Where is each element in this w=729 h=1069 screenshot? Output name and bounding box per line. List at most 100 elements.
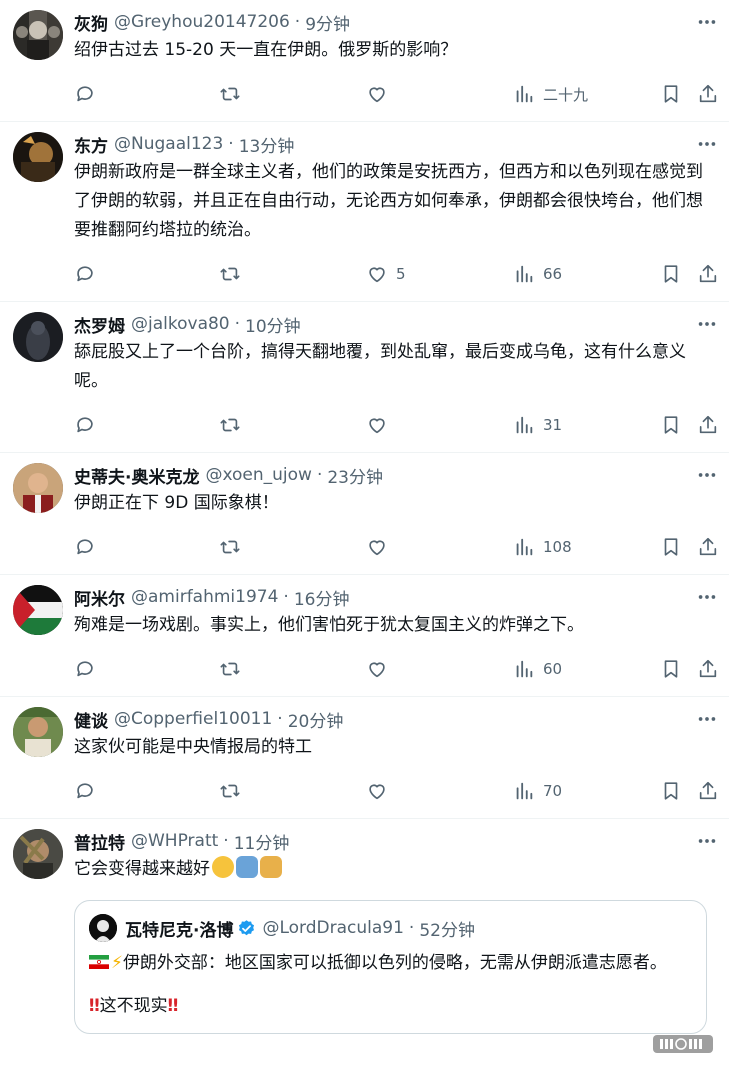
avatar[interactable] <box>13 707 63 757</box>
tweet[interactable]: 史蒂夫·奥米克龙 @xoen_ujow · 23分钟 伊朗正在下 9D 国际象棋… <box>0 453 729 575</box>
display-name[interactable]: 健谈 <box>74 707 108 732</box>
bookmark-button[interactable] <box>660 414 682 436</box>
timestamp[interactable]: 11分钟 <box>234 829 290 854</box>
retweet-button[interactable] <box>219 83 241 105</box>
retweet-button[interactable] <box>219 536 241 558</box>
reply-button[interactable] <box>74 263 96 285</box>
tweet[interactable]: 阿米尔 @amirfahmi1974 · 16分钟 殉难是一场戏剧。事实上，他们… <box>0 575 729 697</box>
more-icon[interactable] <box>695 314 719 334</box>
timestamp[interactable]: 16分钟 <box>294 585 350 610</box>
tweet[interactable]: 东方 @Nugaal123 · 13分钟 伊朗新政府是一群全球主义者，他们的政策… <box>0 122 729 302</box>
like-button[interactable] <box>366 658 396 680</box>
reply-button[interactable] <box>74 780 96 802</box>
reply-icon <box>77 266 93 282</box>
like-button[interactable] <box>366 83 396 105</box>
tweet[interactable]: 普拉特 @WHPratt · 11分钟 它会变得越来越好 瓦特尼克·洛博 @Lo… <box>0 819 729 1034</box>
display-name[interactable]: 杰罗姆 <box>74 312 125 337</box>
tweet[interactable]: 杰罗姆 @jalkova80 · 10分钟 舔屁股又上了一个台阶，搞得天翻地覆，… <box>0 302 729 453</box>
user-handle[interactable]: @Nugaal123 <box>114 134 223 154</box>
display-name[interactable]: 瓦特尼克·洛博 <box>125 916 233 941</box>
views-button[interactable]: 31 <box>513 414 562 436</box>
views-icon <box>516 782 533 800</box>
separator-dot: · <box>234 314 241 334</box>
display-name[interactable]: 普拉特 <box>74 829 125 854</box>
more-icon[interactable] <box>695 12 719 32</box>
heart-icon <box>369 87 385 103</box>
more-icon[interactable] <box>695 134 719 154</box>
share-button[interactable] <box>697 658 719 680</box>
display-name[interactable]: 灰狗 <box>74 10 108 35</box>
retweet-icon <box>220 784 240 798</box>
share-button[interactable] <box>697 780 719 802</box>
iran-flag-icon <box>89 955 109 969</box>
like-button[interactable] <box>366 780 396 802</box>
timestamp[interactable]: 9分钟 <box>305 10 350 35</box>
user-handle[interactable]: @LordDracula91 <box>262 918 403 938</box>
share-icon <box>699 84 717 103</box>
user-handle[interactable]: @WHPratt <box>131 831 218 851</box>
quoted-tweet[interactable]: 瓦特尼克·洛博 @LordDracula91 · 52分钟 ⚡伊朗外交部：地区国… <box>74 900 707 1034</box>
views-button[interactable]: 108 <box>513 536 572 558</box>
retweet-button[interactable] <box>219 263 241 285</box>
bookmark-button[interactable] <box>660 780 682 802</box>
display-name[interactable]: 史蒂夫·奥米克龙 <box>74 463 199 488</box>
avatar[interactable] <box>89 914 117 942</box>
like-button[interactable] <box>366 536 396 558</box>
bookmark-button[interactable] <box>660 536 682 558</box>
bookmark-button[interactable] <box>660 83 682 105</box>
bookmark-button[interactable] <box>660 263 682 285</box>
tweet[interactable]: 健谈 @Copperfiel10011 · 20分钟 这家伙可能是中央情报局的特… <box>0 697 729 819</box>
quoted-line-1: 伊朗外交部：地区国家可以抵御以色列的侵略，无需从伊朗派遣志愿者。 <box>122 953 667 973</box>
tweet-text: 它会变得越来越好 <box>74 855 715 884</box>
views-button[interactable]: 60 <box>513 658 562 680</box>
view-count: 66 <box>543 265 563 283</box>
reply-button[interactable] <box>74 83 96 105</box>
display-name[interactable]: 东方 <box>74 132 108 157</box>
views-button[interactable]: 66 <box>513 263 562 285</box>
timestamp[interactable]: 13分钟 <box>239 132 295 157</box>
share-button[interactable] <box>697 536 719 558</box>
display-name[interactable]: 阿米尔 <box>74 585 125 610</box>
more-icon[interactable] <box>695 587 719 607</box>
timestamp[interactable]: 10分钟 <box>245 312 301 337</box>
timestamp[interactable]: 52分钟 <box>419 916 475 941</box>
more-icon[interactable] <box>695 709 719 729</box>
share-button[interactable] <box>697 83 719 105</box>
like-button[interactable]: 5 <box>366 263 406 285</box>
user-handle[interactable]: @Copperfiel10011 <box>114 709 272 729</box>
tweet-header: 杰罗姆 @jalkova80 · 10分钟 <box>74 312 715 337</box>
user-handle[interactable]: @amirfahmi1974 <box>131 587 278 607</box>
timestamp[interactable]: 20分钟 <box>288 707 344 732</box>
action-bar: 5 66 <box>0 245 717 301</box>
user-handle[interactable]: @jalkova80 <box>131 314 230 334</box>
retweet-button[interactable] <box>219 414 241 436</box>
views-icon <box>516 85 533 103</box>
more-icon[interactable] <box>695 831 719 851</box>
retweet-button[interactable] <box>219 658 241 680</box>
retweet-button[interactable] <box>219 780 241 802</box>
avatar[interactable] <box>13 10 63 60</box>
user-handle[interactable]: @Greyhou20147206 <box>114 12 290 32</box>
more-icon[interactable] <box>695 465 719 485</box>
share-button[interactable] <box>697 414 719 436</box>
reply-button[interactable] <box>74 658 96 680</box>
views-button[interactable]: 二十九 <box>513 83 588 105</box>
avatar[interactable] <box>13 585 63 635</box>
views-button[interactable]: 70 <box>513 780 562 802</box>
avatar[interactable] <box>13 463 63 513</box>
timestamp[interactable]: 23分钟 <box>327 463 383 488</box>
action-bar: 108 <box>0 518 717 574</box>
user-handle[interactable]: @xoen_ujow <box>205 465 311 485</box>
action-bar: 70 <box>0 762 717 818</box>
avatar[interactable] <box>13 132 63 182</box>
tweet-header: 史蒂夫·奥米克龙 @xoen_ujow · 23分钟 <box>74 463 715 488</box>
like-button[interactable] <box>366 414 396 436</box>
avatar[interactable] <box>13 829 63 879</box>
tweet-text: 这家伙可能是中央情报局的特工 <box>74 737 312 757</box>
bookmark-button[interactable] <box>660 658 682 680</box>
reply-button[interactable] <box>74 414 96 436</box>
share-button[interactable] <box>697 263 719 285</box>
reply-button[interactable] <box>74 536 96 558</box>
avatar[interactable] <box>13 312 63 362</box>
tweet[interactable]: 灰狗 @Greyhou20147206 · 9分钟 绍伊古过去 15-20 天一… <box>0 0 729 122</box>
